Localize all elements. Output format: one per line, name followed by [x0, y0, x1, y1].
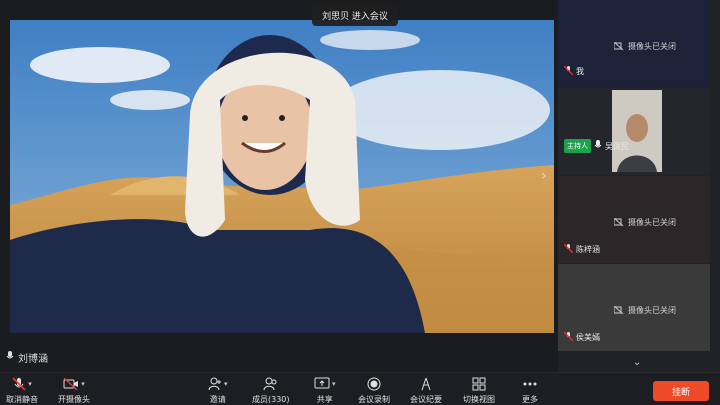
invite-button[interactable]: ▾ 邀请 — [208, 376, 228, 405]
switch-view-button[interactable]: 切换视图 — [463, 376, 495, 405]
caret-icon[interactable]: ▾ — [224, 380, 228, 388]
ai-minutes-icon — [419, 376, 433, 392]
participant-name-tag: 我 — [563, 65, 584, 77]
meeting-window: › 刘博涵 刘思贝 进入会议 摄像头已关闭 我 主持人 吴保民 摄像头已关闭 陈… — [0, 0, 720, 405]
mic-muted-icon — [563, 331, 574, 343]
camera-off-icon — [613, 41, 624, 52]
unmute-button[interactable]: ▾ 取消静音 — [6, 376, 38, 405]
grid-view-icon — [472, 376, 486, 392]
speaker-label: 刘博涵 — [6, 350, 48, 365]
camera-button[interactable]: ▾ 开摄像头 — [58, 376, 90, 405]
participant-name-tag: 侯美嫣 — [563, 331, 600, 343]
mic-muted-icon: ▾ — [12, 376, 32, 392]
meeting-toolbar: ▾ 取消静音 ▾ 开摄像头 ▾ 邀请 成员(330) ▾ 共享 会议录制 会议纪… — [0, 372, 720, 405]
join-notification: 刘思贝 进入会议 — [312, 4, 398, 26]
more-icon — [523, 376, 537, 392]
participant-tile-self[interactable]: 摄像头已关闭 我 — [558, 0, 710, 87]
caret-icon[interactable]: ▾ — [28, 380, 32, 388]
participant-panel: 摄像头已关闭 我 主持人 吴保民 摄像头已关闭 陈梓涵 摄像头已关闭 侯美嫣 ⌄ — [558, 0, 720, 372]
scroll-down-chevron-icon[interactable]: ⌄ — [633, 357, 641, 368]
minutes-button[interactable]: 会议纪要 — [410, 376, 442, 405]
join-notification-text: 刘思贝 进入会议 — [322, 11, 388, 22]
next-page-arrow-icon[interactable]: › — [541, 168, 547, 184]
mic-icon — [6, 351, 14, 364]
caret-icon[interactable]: ▾ — [332, 380, 336, 388]
mic-icon — [594, 140, 602, 152]
camera-off-status: 摄像头已关闭 — [613, 305, 676, 316]
host-video — [612, 90, 662, 172]
participant-tile-3[interactable]: 摄像头已关闭 陈梓涵 — [558, 176, 710, 263]
speaker-video-frame — [10, 20, 554, 333]
participant-name-tag: 陈梓涵 — [563, 243, 600, 255]
share-screen-icon: ▾ — [314, 376, 336, 392]
camera-off-icon: ▾ — [63, 376, 85, 392]
members-icon — [263, 376, 279, 392]
participant-tile-host[interactable]: 主持人 吴保民 — [558, 88, 710, 175]
main-video[interactable] — [10, 20, 554, 333]
more-button[interactable]: 更多 — [522, 376, 538, 405]
host-badge: 主持人 — [564, 139, 591, 153]
caret-icon[interactable]: ▾ — [81, 380, 85, 388]
mic-muted-icon — [563, 65, 574, 77]
participant-name-tag: 主持人 吴保民 — [564, 139, 629, 153]
share-button[interactable]: ▾ 共享 — [314, 376, 336, 405]
camera-off-status: 摄像头已关闭 — [613, 41, 676, 52]
members-button[interactable]: 成员(330) — [252, 376, 290, 405]
camera-off-icon — [613, 217, 624, 228]
speaker-name: 刘博涵 — [18, 354, 48, 365]
mic-muted-icon — [563, 243, 574, 255]
participant-tile-4[interactable]: 摄像头已关闭 侯美嫣 — [558, 264, 710, 351]
record-button[interactable]: 会议录制 — [358, 376, 390, 405]
add-user-icon: ▾ — [208, 376, 228, 392]
leave-meeting-button[interactable]: 挂断 — [653, 381, 709, 401]
record-icon — [367, 376, 381, 392]
camera-off-icon — [613, 305, 624, 316]
camera-off-status: 摄像头已关闭 — [613, 217, 676, 228]
